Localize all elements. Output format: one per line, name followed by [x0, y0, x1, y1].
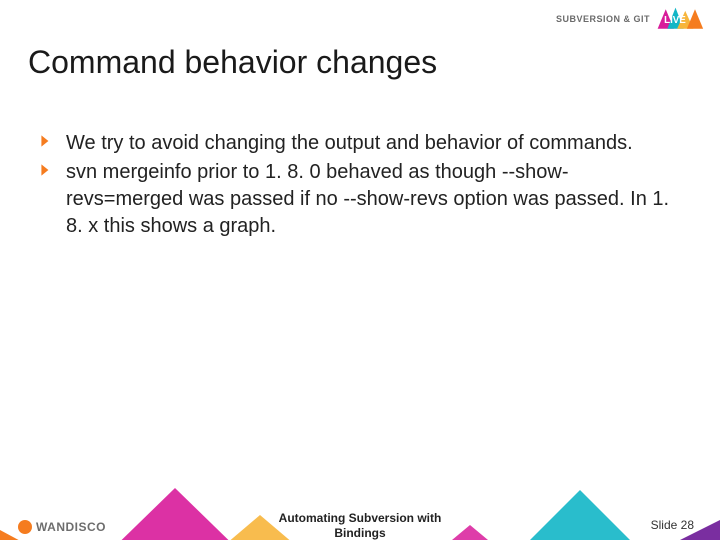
- deck-title: Automating Subversion with Bindings: [279, 511, 442, 540]
- live-logo-icon: LIVE: [656, 6, 708, 32]
- company-name: WANDISCO: [36, 520, 106, 534]
- header-brand: SUBVERSION & GIT LIVE: [556, 6, 708, 32]
- bullet-item: We try to avoid changing the output and …: [40, 130, 680, 157]
- company-logo-icon: [18, 520, 32, 534]
- slide-body: We try to avoid changing the output and …: [40, 130, 680, 242]
- bullet-item: svn mergeinfo prior to 1. 8. 0 behaved a…: [40, 159, 680, 240]
- svg-text:LIVE: LIVE: [664, 15, 686, 26]
- bullet-text: svn mergeinfo prior to 1. 8. 0 behaved a…: [58, 159, 680, 240]
- brand-text: SUBVERSION & GIT: [556, 14, 650, 24]
- slide-title: Command behavior changes: [28, 44, 437, 81]
- bullet-text: We try to avoid changing the output and …: [58, 130, 680, 157]
- chevron-icon: [40, 163, 58, 177]
- deck-title-line2: Bindings: [334, 526, 385, 540]
- chevron-icon: [40, 134, 58, 148]
- slide-number: Slide 28: [651, 518, 694, 532]
- deck-title-line1: Automating Subversion with: [279, 511, 442, 525]
- company-logo: WANDISCO: [18, 520, 106, 534]
